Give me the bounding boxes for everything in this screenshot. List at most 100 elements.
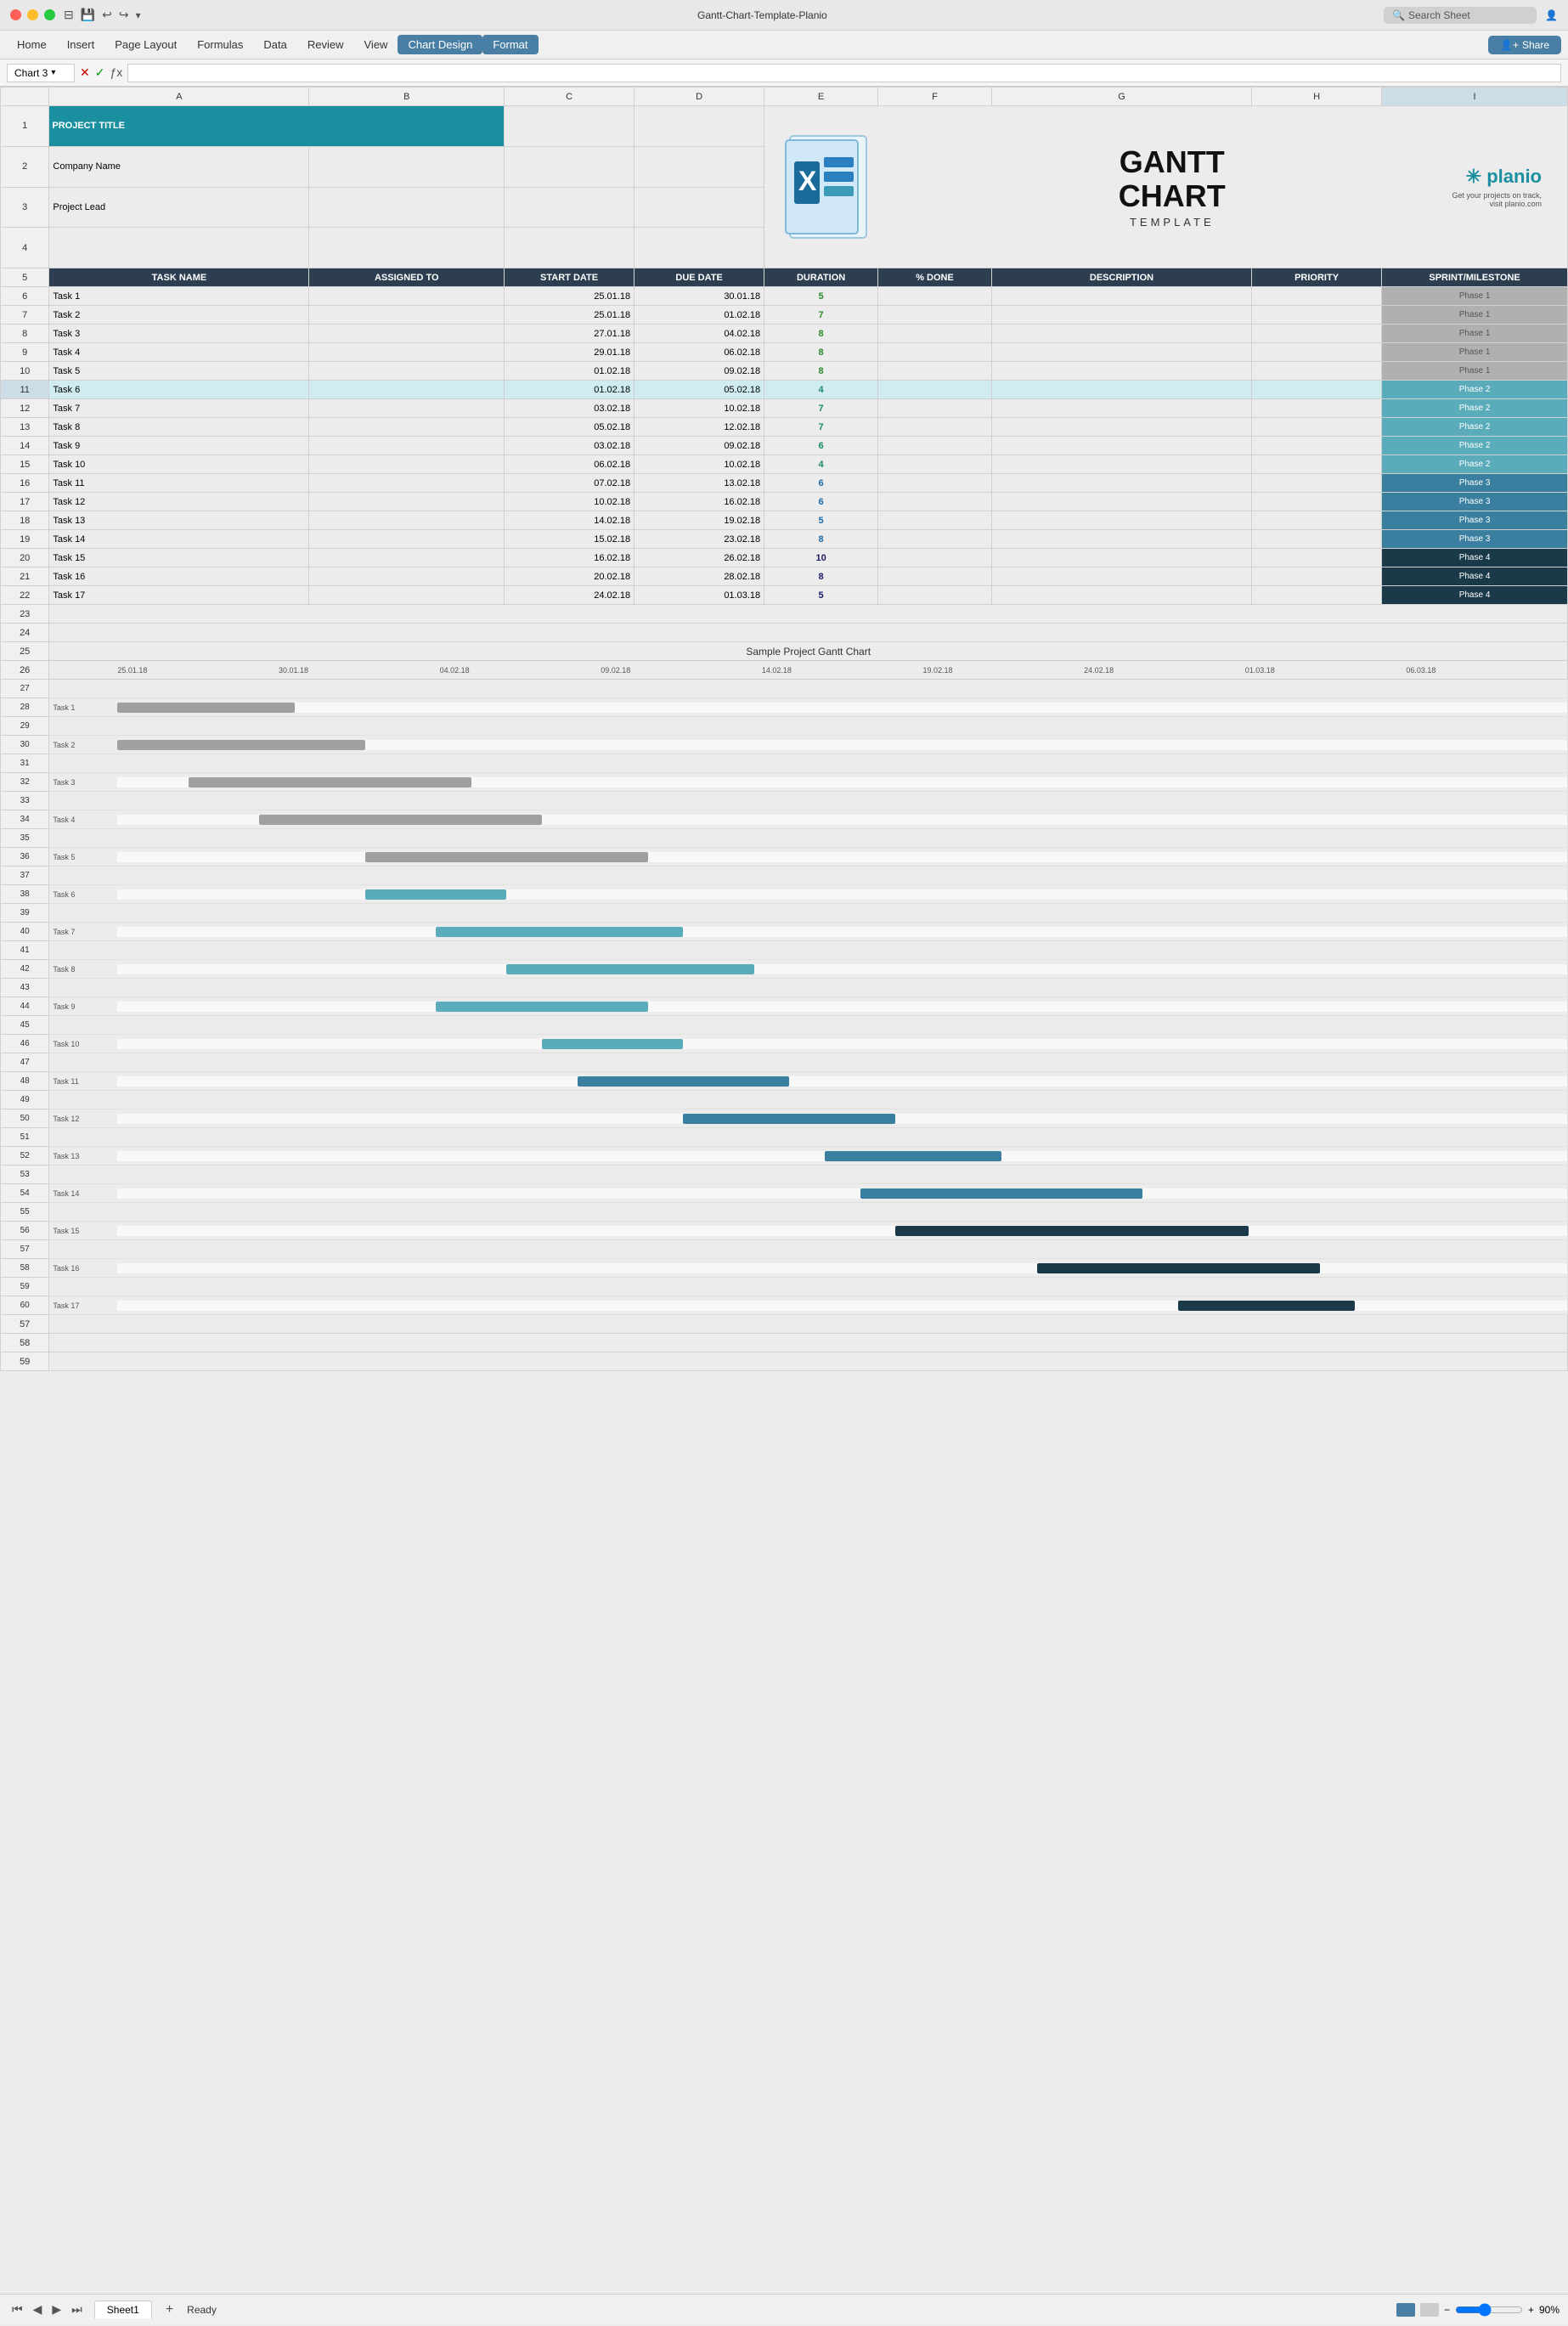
done-15[interactable] xyxy=(878,549,992,567)
start-12[interactable]: 10.02.18 xyxy=(505,493,635,511)
assigned-3[interactable] xyxy=(309,325,505,343)
due-8[interactable]: 12.02.18 xyxy=(635,418,764,437)
due-9[interactable]: 09.02.18 xyxy=(635,437,764,455)
duration-6[interactable]: 4 xyxy=(764,381,878,399)
done-4[interactable] xyxy=(878,343,992,362)
menu-formulas[interactable]: Formulas xyxy=(187,35,253,54)
priority-7[interactable] xyxy=(1252,399,1382,418)
company-name-cell[interactable]: Company Name xyxy=(49,146,309,187)
formula-input[interactable] xyxy=(127,64,1561,82)
priority-2[interactable] xyxy=(1252,306,1382,325)
assigned-7[interactable] xyxy=(309,399,505,418)
insert-function-icon[interactable]: ƒx xyxy=(110,65,122,80)
desc-6[interactable] xyxy=(991,381,1251,399)
phase-15[interactable]: Phase 4 xyxy=(1382,549,1568,567)
phase-13[interactable]: Phase 3 xyxy=(1382,511,1568,530)
priority-6[interactable] xyxy=(1252,381,1382,399)
phase-3[interactable]: Phase 1 xyxy=(1382,325,1568,343)
done-10[interactable] xyxy=(878,455,992,474)
nav-prev[interactable]: ◀ xyxy=(30,2301,46,2318)
menu-home[interactable]: Home xyxy=(7,35,57,54)
task-name-8[interactable]: Task 8 xyxy=(49,418,309,437)
desc-14[interactable] xyxy=(991,530,1251,549)
desc-11[interactable] xyxy=(991,474,1251,493)
phase-12[interactable]: Phase 3 xyxy=(1382,493,1568,511)
assigned-2[interactable] xyxy=(309,306,505,325)
assigned-14[interactable] xyxy=(309,530,505,549)
priority-13[interactable] xyxy=(1252,511,1382,530)
col-header-C[interactable]: C xyxy=(505,88,635,106)
start-16[interactable]: 20.02.18 xyxy=(505,567,635,586)
start-4[interactable]: 29.01.18 xyxy=(505,343,635,362)
task-name-11[interactable]: Task 11 xyxy=(49,474,309,493)
confirm-formula-icon[interactable]: ✓ xyxy=(95,65,105,80)
menu-insert[interactable]: Insert xyxy=(57,35,105,54)
assigned-13[interactable] xyxy=(309,511,505,530)
duration-12[interactable]: 6 xyxy=(764,493,878,511)
col-header-G[interactable]: G xyxy=(991,88,1251,106)
phase-11[interactable]: Phase 3 xyxy=(1382,474,1568,493)
phase-5[interactable]: Phase 1 xyxy=(1382,362,1568,381)
task-name-10[interactable]: Task 10 xyxy=(49,455,309,474)
due-3[interactable]: 04.02.18 xyxy=(635,325,764,343)
project-title-cell[interactable]: PROJECT TITLE xyxy=(49,106,505,147)
done-12[interactable] xyxy=(878,493,992,511)
task-name-3[interactable]: Task 3 xyxy=(49,325,309,343)
due-13[interactable]: 19.02.18 xyxy=(635,511,764,530)
page-view-icon[interactable] xyxy=(1420,2303,1439,2317)
task-name-16[interactable]: Task 16 xyxy=(49,567,309,586)
zoom-slider[interactable] xyxy=(1455,2303,1523,2317)
col-header-A[interactable]: A xyxy=(49,88,309,106)
priority-15[interactable] xyxy=(1252,549,1382,567)
done-7[interactable] xyxy=(878,399,992,418)
nav-next[interactable]: ▶ xyxy=(48,2301,65,2318)
duration-14[interactable]: 8 xyxy=(764,530,878,549)
due-10[interactable]: 10.02.18 xyxy=(635,455,764,474)
task-name-4[interactable]: Task 4 xyxy=(49,343,309,362)
menu-view[interactable]: View xyxy=(354,35,398,54)
start-3[interactable]: 27.01.18 xyxy=(505,325,635,343)
desc-3[interactable] xyxy=(991,325,1251,343)
task-name-13[interactable]: Task 13 xyxy=(49,511,309,530)
priority-11[interactable] xyxy=(1252,474,1382,493)
start-11[interactable]: 07.02.18 xyxy=(505,474,635,493)
priority-3[interactable] xyxy=(1252,325,1382,343)
phase-7[interactable]: Phase 2 xyxy=(1382,399,1568,418)
minimize-button[interactable] xyxy=(27,9,38,20)
sheet-nav[interactable]: ⏮ ◀ ▶ ⏭ xyxy=(8,2301,86,2318)
task-name-9[interactable]: Task 9 xyxy=(49,437,309,455)
done-16[interactable] xyxy=(878,567,992,586)
desc-16[interactable] xyxy=(991,567,1251,586)
cancel-formula-icon[interactable]: ✕ xyxy=(80,65,90,80)
spreadsheet-scroll[interactable]: A B C D E F G H I 1 PROJECT TITLE xyxy=(0,87,1568,2294)
priority-14[interactable] xyxy=(1252,530,1382,549)
done-1[interactable] xyxy=(878,287,992,306)
start-7[interactable]: 03.02.18 xyxy=(505,399,635,418)
start-5[interactable]: 01.02.18 xyxy=(505,362,635,381)
duration-15[interactable]: 10 xyxy=(764,549,878,567)
desc-5[interactable] xyxy=(991,362,1251,381)
assigned-12[interactable] xyxy=(309,493,505,511)
menu-page-layout[interactable]: Page Layout xyxy=(104,35,187,54)
desc-4[interactable] xyxy=(991,343,1251,362)
due-17[interactable]: 01.03.18 xyxy=(635,586,764,605)
phase-6[interactable]: Phase 2 xyxy=(1382,381,1568,399)
done-13[interactable] xyxy=(878,511,992,530)
zoom-plus[interactable]: + xyxy=(1528,2304,1534,2316)
done-17[interactable] xyxy=(878,586,992,605)
start-1[interactable]: 25.01.18 xyxy=(505,287,635,306)
col-header-I[interactable]: I xyxy=(1382,88,1568,106)
done-6[interactable] xyxy=(878,381,992,399)
nav-last[interactable]: ⏭ xyxy=(68,2301,86,2318)
task-name-12[interactable]: Task 12 xyxy=(49,493,309,511)
start-15[interactable]: 16.02.18 xyxy=(505,549,635,567)
duration-13[interactable]: 5 xyxy=(764,511,878,530)
nav-first[interactable]: ⏮ xyxy=(8,2301,26,2318)
add-sheet-button[interactable]: + xyxy=(161,2302,178,2318)
desc-12[interactable] xyxy=(991,493,1251,511)
priority-1[interactable] xyxy=(1252,287,1382,306)
priority-9[interactable] xyxy=(1252,437,1382,455)
duration-8[interactable]: 7 xyxy=(764,418,878,437)
account-icon[interactable]: 👤 xyxy=(1545,9,1558,21)
assigned-6[interactable] xyxy=(309,381,505,399)
